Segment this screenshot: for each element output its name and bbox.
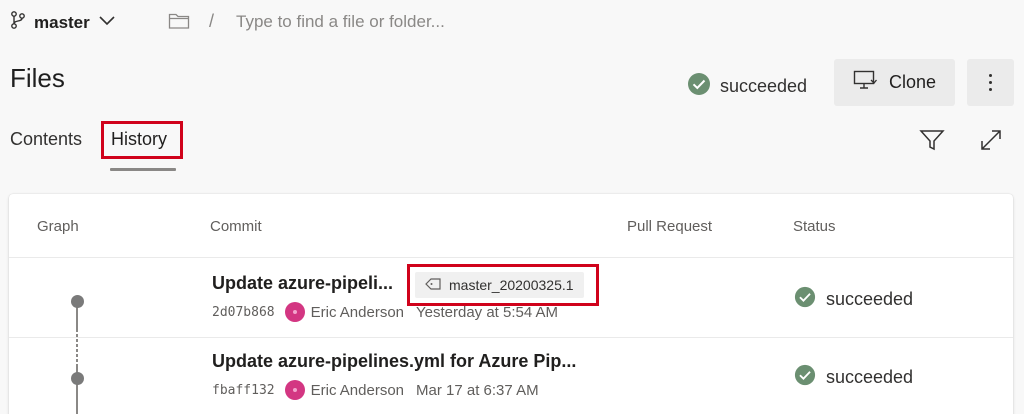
commit-message[interactable]: Update azure-pipelines.yml for Azure Pip… [212, 351, 576, 372]
row-status-label: succeeded [826, 367, 914, 387]
branch-icon [10, 10, 26, 35]
row-status[interactable]: succeeded [794, 364, 913, 391]
avatar [284, 380, 305, 400]
check-circle-icon [794, 364, 816, 391]
commit-author: Eric Anderson [310, 381, 405, 399]
path-separator: / [209, 11, 215, 31]
row-divider [9, 337, 1013, 338]
column-header-graph: Graph [37, 218, 79, 235]
clone-button[interactable]: Clone [834, 59, 955, 106]
more-options-button[interactable] [967, 59, 1014, 106]
commit-date: Mar 17 at 6:37 AM [416, 381, 539, 399]
check-circle-icon [687, 72, 711, 101]
row-status[interactable]: succeeded [794, 286, 913, 313]
page-title: Files [10, 63, 65, 93]
history-tab-highlight-box [101, 121, 183, 159]
top-bar: master / [0, 0, 1024, 46]
commit-author: Eric Anderson [310, 303, 405, 321]
commit-hash[interactable]: fbaff132 [212, 383, 275, 398]
commit-meta: 2d07b868 Eric Anderson Yesterday at 5:54… [212, 302, 558, 322]
folder-icon[interactable] [168, 12, 190, 35]
commit-message[interactable]: Update azure-pipeli... [212, 273, 393, 294]
avatar [284, 302, 305, 322]
build-status[interactable]: succeeded [687, 72, 807, 101]
clone-label: Clone [888, 72, 937, 92]
header-divider [9, 257, 1013, 258]
column-header-commit: Commit [210, 218, 262, 235]
commit-history-table: Graph Commit Pull Request Status Update … [9, 194, 1013, 414]
chevron-down-icon [98, 14, 116, 32]
commit-hash[interactable]: 2d07b868 [212, 305, 275, 320]
expand-icon[interactable] [979, 128, 1003, 157]
check-circle-icon [794, 286, 816, 313]
filter-icon[interactable] [919, 128, 945, 157]
tab-contents[interactable]: Contents [10, 129, 82, 150]
monitor-icon [853, 70, 877, 95]
graph-node [70, 372, 84, 385]
commit-date: Yesterday at 5:54 AM [416, 303, 559, 321]
tag-highlight-box [407, 264, 599, 306]
branch-name: master [34, 12, 90, 32]
branch-selector[interactable]: master [10, 10, 116, 35]
graph-line-dashed [76, 334, 78, 366]
path-search-input[interactable] [236, 9, 556, 35]
column-header-pull-request: Pull Request [627, 218, 713, 235]
commit-meta: fbaff132 Eric Anderson Mar 17 at 6:37 AM [212, 380, 539, 400]
tab-selected-indicator [110, 168, 176, 171]
row-status-label: succeeded [826, 289, 914, 309]
more-vertical-icon [989, 74, 992, 91]
column-header-status: Status [793, 218, 836, 235]
build-status-label: succeeded [720, 76, 808, 96]
graph-node [70, 295, 84, 308]
